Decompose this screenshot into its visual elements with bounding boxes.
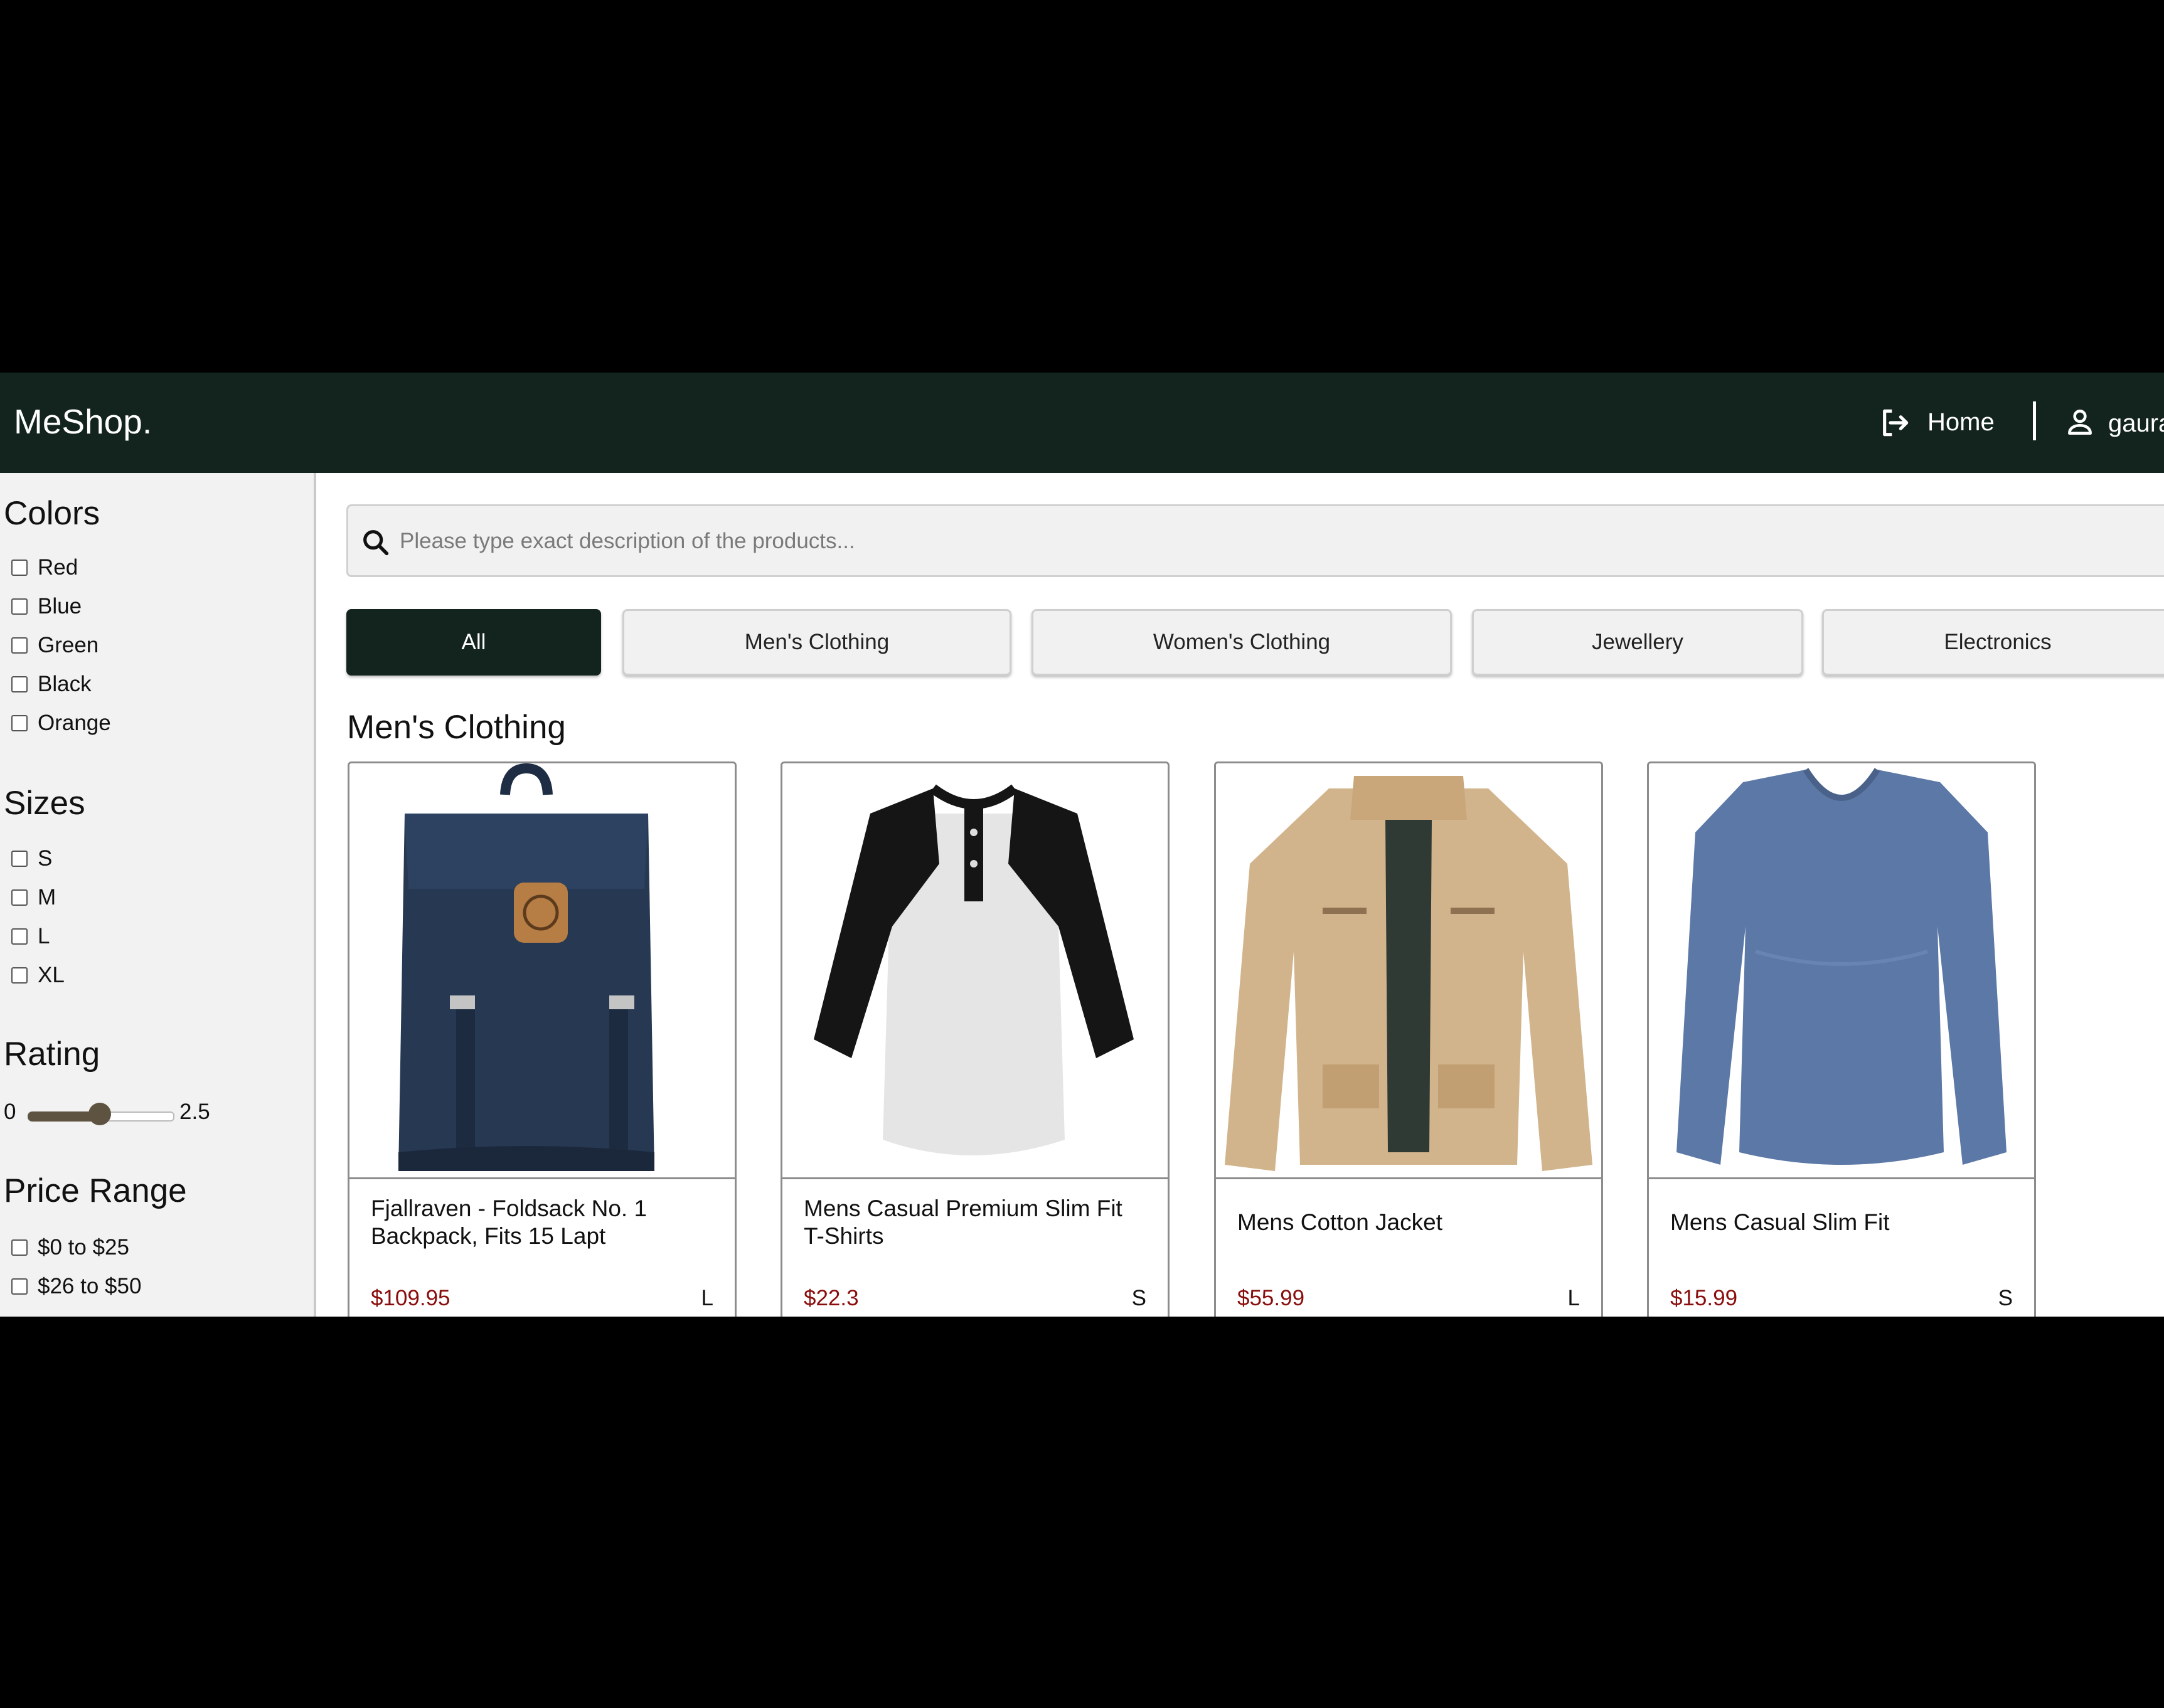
product-size: S <box>1998 1286 2013 1310</box>
checkbox[interactable] <box>11 598 28 615</box>
colors-heading: Colors <box>4 495 100 532</box>
checkbox-label: M <box>38 885 56 910</box>
user-name[interactable]: gaurav Soni <box>2108 401 2164 445</box>
product-price: $15.99 <box>1670 1286 1738 1310</box>
product-size: L <box>701 1286 713 1310</box>
checkbox-label: $26 to $50 <box>38 1274 142 1298</box>
main-content: All Men's Clothing Women's Clothing Jewe… <box>316 473 2164 1317</box>
home-link[interactable]: Home <box>1927 400 1995 444</box>
product-image-backpack <box>349 763 735 1179</box>
rating-slider-thumb[interactable] <box>88 1103 111 1125</box>
rating-value-label: 2.5 <box>179 1100 210 1124</box>
product-title[interactable]: Mens Casual Premium Slim Fit T-Shirts <box>804 1195 1149 1250</box>
brand-logo[interactable]: MeShop. <box>14 398 152 445</box>
filter-sidebar: Colors Red Blue Green Black Orange Sizes… <box>0 473 316 1317</box>
checkbox[interactable] <box>11 560 28 576</box>
checkbox[interactable] <box>11 928 28 945</box>
product-card[interactable]: Fjallraven - Foldsack No. 1 Backpack, Fi… <box>348 761 737 1317</box>
rating-heading: Rating <box>4 1036 100 1073</box>
product-title[interactable]: Fjallraven - Foldsack No. 1 Backpack, Fi… <box>371 1195 716 1250</box>
checkbox[interactable] <box>11 676 28 692</box>
product-image-longsleeve <box>1649 763 2034 1179</box>
product-card[interactable]: Mens Cotton Jacket $55.99 L <box>1214 761 1603 1317</box>
product-image-tshirt <box>782 763 1168 1179</box>
tab-electronics[interactable]: Electronics <box>1822 609 2164 676</box>
logout-icon[interactable] <box>1877 405 1912 440</box>
price-range-heading: Price Range <box>4 1172 187 1209</box>
checkbox-label: $0 to $25 <box>38 1235 129 1260</box>
product-title[interactable]: Mens Casual Slim Fit <box>1670 1209 2015 1236</box>
checkbox-label: S <box>38 846 53 871</box>
tab-womens-clothing[interactable]: Women's Clothing <box>1031 609 1452 676</box>
checkbox[interactable] <box>11 715 28 731</box>
checkbox[interactable] <box>11 1278 28 1295</box>
category-heading: Men's Clothing <box>347 709 566 746</box>
checkbox-label: Blue <box>38 594 82 618</box>
rating-min-label: 0 <box>4 1100 16 1124</box>
tab-mens-clothing[interactable]: Men's Clothing <box>622 609 1011 676</box>
product-title[interactable]: Mens Cotton Jacket <box>1237 1209 1582 1236</box>
search-bar[interactable] <box>346 504 2164 577</box>
checkbox-label: Orange <box>38 711 111 735</box>
tab-all[interactable]: All <box>346 609 601 676</box>
checkbox[interactable] <box>11 1239 28 1256</box>
product-image-jacket <box>1216 763 1601 1179</box>
user-icon <box>2068 410 2092 435</box>
checkbox-label: L <box>38 924 50 948</box>
rating-slider-row: 0 2.5 <box>4 1094 305 1132</box>
checkbox-label: Green <box>38 633 99 657</box>
checkbox[interactable] <box>11 851 28 867</box>
checkbox-label: Red <box>38 555 78 580</box>
product-size: L <box>1567 1286 1580 1310</box>
search-input[interactable] <box>398 506 1656 576</box>
nav-divider <box>2033 401 2036 440</box>
checkbox[interactable] <box>11 889 28 906</box>
tab-jewellery[interactable]: Jewellery <box>1472 609 1803 676</box>
search-icon <box>363 530 389 556</box>
checkbox-label: XL <box>38 963 65 987</box>
sizes-heading: Sizes <box>4 785 85 822</box>
product-card[interactable]: Mens Casual Slim Fit $15.99 S <box>1647 761 2036 1317</box>
product-price: $22.3 <box>804 1286 859 1310</box>
checkbox[interactable] <box>11 967 28 984</box>
product-card[interactable]: Mens Casual Premium Slim Fit T-Shirts $2… <box>781 761 1170 1317</box>
product-size: S <box>1131 1286 1146 1310</box>
app-window: MeShop. Home gaurav Soni Colors Red Blue <box>0 373 2164 1317</box>
checkbox[interactable] <box>11 637 28 654</box>
product-price: $109.95 <box>371 1286 450 1310</box>
product-price: $55.99 <box>1237 1286 1305 1310</box>
checkbox-label: Black <box>38 672 92 696</box>
navbar: MeShop. Home gaurav Soni <box>0 373 2164 473</box>
